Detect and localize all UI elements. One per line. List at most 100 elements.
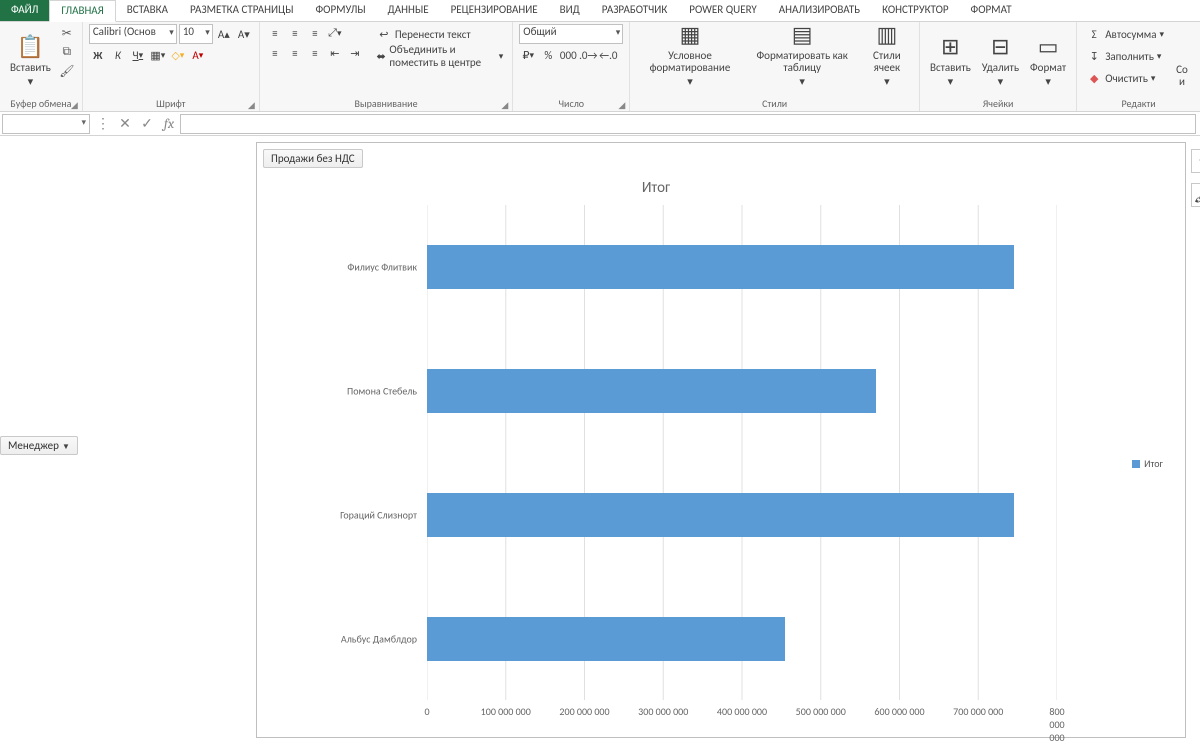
clipboard-icon: 📋: [16, 32, 44, 60]
increase-font-button[interactable]: A▴: [215, 25, 233, 43]
decrease-indent-button[interactable]: ⇤: [326, 44, 344, 62]
tab-analyze[interactable]: АНАЛИЗИРОВАТЬ: [768, 0, 871, 21]
insert-label: Вставить: [930, 62, 971, 74]
tab-developer[interactable]: РАЗРАБОТЧИК: [591, 0, 679, 21]
chart-add-element-button[interactable]: +: [1191, 149, 1200, 173]
tab-design[interactable]: КОНСТРУКТОР: [871, 0, 959, 21]
clear-label: Очистить: [1105, 72, 1148, 85]
dialog-launcher-icon[interactable]: ◢: [618, 100, 625, 111]
wrap-icon: ↩: [376, 26, 392, 42]
tab-file[interactable]: ФАЙЛ: [0, 0, 49, 21]
delete-cells-button[interactable]: ⊟ Удалить▾: [978, 24, 1023, 90]
bar-3[interactable]: [427, 617, 785, 661]
format-as-table-button[interactable]: ▤ Форматировать как таблицу▾: [747, 24, 858, 90]
paste-button[interactable]: 📋 Вставить ▾: [6, 24, 55, 90]
dialog-launcher-icon[interactable]: ◢: [71, 100, 78, 111]
conditional-format-icon: ▦: [676, 21, 704, 48]
wrap-text-button[interactable]: ↩Перенести текст: [373, 24, 506, 44]
tab-insert[interactable]: ВСТАВКА: [116, 0, 179, 21]
cancel-button[interactable]: ✕: [114, 113, 136, 135]
fill-icon: ↧: [1086, 48, 1102, 64]
align-left-button[interactable]: ≡: [266, 44, 284, 62]
group-cells: ⊞ Вставить▾ ⊟ Удалить▾ ▭ Формат▾ Ячейки: [920, 22, 1077, 111]
tab-home[interactable]: ГЛАВНАЯ: [49, 0, 115, 22]
name-box[interactable]: [2, 114, 90, 134]
fill-button[interactable]: ↧Заполнить▾: [1083, 46, 1167, 66]
percent-button[interactable]: %: [539, 46, 557, 64]
group-clipboard: 📋 Вставить ▾ ✂ ⧉ 🖌 Буфер обмена◢: [0, 22, 83, 111]
page-field-pill[interactable]: Продажи без НДС: [263, 149, 363, 168]
font-size-select[interactable]: 10: [179, 24, 213, 44]
group-editing-label: Редакти: [1083, 96, 1194, 111]
group-number-label: Число: [559, 97, 585, 110]
insert-icon: ⊞: [936, 32, 964, 60]
axis-field-pill[interactable]: Менеджер▼: [0, 436, 78, 455]
y-tick-3: Альбус Дамблдор: [257, 633, 417, 646]
align-right-button[interactable]: ≡: [306, 44, 324, 62]
formula-bar: ⋮ ✕ ✓ fx: [0, 112, 1200, 136]
group-editing: ΣАвтосумма▾ ↧Заполнить▾ ◆Очистить▾ Со и …: [1077, 22, 1200, 111]
cell-styles-button[interactable]: ▥ Стили ячеек▾: [861, 24, 913, 90]
tab-page-layout[interactable]: РАЗМЕТКА СТРАНИЦЫ: [179, 0, 305, 21]
dialog-launcher-icon[interactable]: ◢: [248, 100, 255, 111]
clear-button[interactable]: ◆Очистить▾: [1083, 68, 1167, 88]
ribbon-tabs: ФАЙЛ ГЛАВНАЯ ВСТАВКА РАЗМЕТКА СТРАНИЦЫ Ф…: [0, 0, 1200, 22]
comma-button[interactable]: 000: [559, 46, 577, 64]
number-format-select[interactable]: Общий: [519, 24, 623, 44]
group-font-label: Шрифт: [156, 97, 185, 110]
align-middle-button[interactable]: ≡: [286, 24, 304, 42]
bar-1[interactable]: [427, 369, 876, 413]
plot-area[interactable]: Филиус Флитвик Помона Стебель Гораций Сл…: [427, 205, 1057, 700]
format-cells-button[interactable]: ▭ Формат▾: [1026, 24, 1070, 90]
fill-color-button[interactable]: ◇▾: [169, 46, 187, 64]
group-number: Общий ₽▾ % 000 .0→ ←.0 Число ◢: [513, 22, 630, 111]
decrease-decimal-button[interactable]: ←.0: [599, 46, 617, 64]
orientation-button[interactable]: ⤢▾: [326, 24, 344, 42]
sort-filter-button[interactable]: Со и: [1170, 24, 1194, 90]
font-name-select[interactable]: Calibri (Основ: [89, 24, 177, 44]
tab-view[interactable]: ВИД: [549, 0, 591, 21]
tab-format[interactable]: ФОРМАТ: [960, 0, 1023, 21]
clear-icon: ◆: [1086, 70, 1102, 86]
italic-button[interactable]: К: [109, 46, 127, 64]
bar-2[interactable]: [427, 493, 1014, 537]
worksheet[interactable]: Менеджер▼ Продажи без НДС Итог + 🖌 Итог: [0, 136, 1200, 742]
increase-decimal-button[interactable]: .0→: [579, 46, 597, 64]
bold-button[interactable]: Ж: [89, 46, 107, 64]
increase-indent-button[interactable]: ⇥: [346, 44, 364, 62]
more-button[interactable]: ⋮: [92, 113, 114, 135]
conditional-formatting-button[interactable]: ▦ Условное форматирование▾: [636, 24, 743, 90]
enter-button[interactable]: ✓: [136, 113, 158, 135]
chart-legend[interactable]: Итог: [1132, 457, 1163, 470]
tab-power-query[interactable]: POWER QUERY: [678, 0, 767, 21]
autosum-button[interactable]: ΣАвтосумма▾: [1083, 24, 1167, 44]
tab-review[interactable]: РЕЦЕНЗИРОВАНИЕ: [440, 0, 549, 21]
insert-cells-button[interactable]: ⊞ Вставить▾: [926, 24, 975, 90]
align-bottom-button[interactable]: ≡: [306, 24, 324, 42]
decrease-font-button[interactable]: A▾: [235, 25, 253, 43]
copy-button[interactable]: ⧉: [58, 43, 76, 61]
x-tick-6: 600 000 000: [874, 705, 924, 718]
group-font: Calibri (Основ 10 A▴ A▾ Ж К Ч▾ ▦▾ ◇▾ A▾ …: [83, 22, 260, 111]
table-label: Форматировать как таблицу: [751, 50, 854, 74]
tab-data[interactable]: ДАННЫЕ: [377, 0, 440, 21]
bar-0[interactable]: [427, 245, 1014, 289]
align-center-button[interactable]: ≡: [286, 44, 304, 62]
chart-title[interactable]: Итог: [257, 179, 1055, 197]
formula-input[interactable]: [180, 114, 1196, 134]
format-painter-button[interactable]: 🖌: [58, 62, 76, 80]
tab-formulas[interactable]: ФОРМУЛЫ: [304, 0, 376, 21]
cond-label: Условное форматирование: [640, 50, 739, 74]
merge-center-button[interactable]: ⬌Объединить и поместить в центре▾: [373, 46, 506, 66]
cut-button[interactable]: ✂: [58, 24, 76, 42]
fx-button[interactable]: fx: [158, 113, 180, 135]
align-top-button[interactable]: ≡: [266, 24, 284, 42]
dialog-launcher-icon[interactable]: ◢: [501, 100, 508, 111]
chart-styles-button[interactable]: 🖌: [1191, 183, 1200, 207]
x-tick-8: 800 000 000: [1049, 705, 1064, 744]
chart-area[interactable]: Продажи без НДС Итог + 🖌 Итог: [256, 142, 1186, 738]
font-color-button[interactable]: A▾: [189, 46, 207, 64]
currency-button[interactable]: ₽▾: [519, 46, 537, 64]
underline-button[interactable]: Ч▾: [129, 46, 147, 64]
borders-button[interactable]: ▦▾: [149, 46, 167, 64]
